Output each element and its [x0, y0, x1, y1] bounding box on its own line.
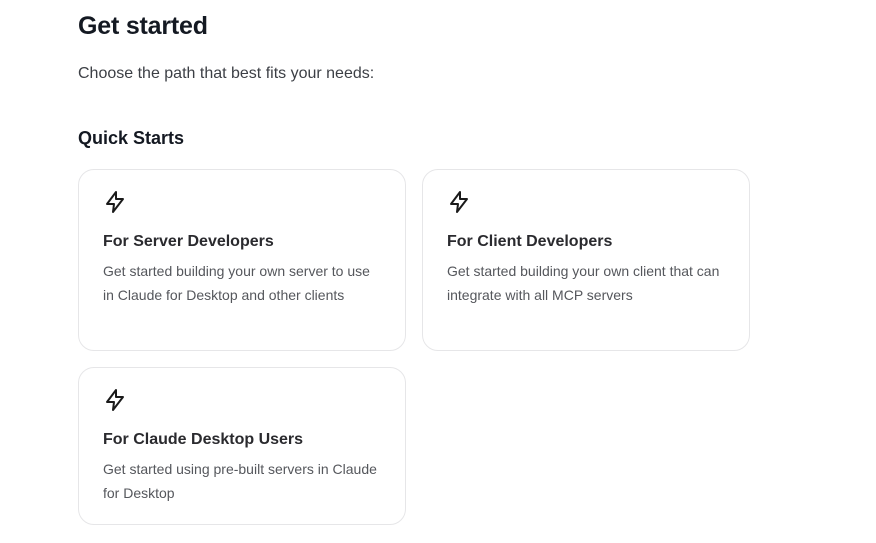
- card-claude-desktop-users[interactable]: For Claude Desktop Users Get started usi…: [78, 367, 406, 525]
- page-title: Get started: [78, 12, 208, 40]
- quick-starts-heading: Quick Starts: [78, 128, 185, 148]
- page: Get started Choose the path that best fi…: [0, 0, 876, 543]
- card-title: For Server Developers: [103, 233, 274, 250]
- card-description: Get started using pre-built servers in C…: [103, 461, 377, 501]
- card-title: For Claude Desktop Users: [103, 431, 304, 448]
- lightning-icon: [106, 389, 124, 411]
- card-description: Get started building your own client tha…: [447, 263, 720, 303]
- lightning-icon: [450, 191, 468, 213]
- card-title: For Client Developers: [447, 233, 613, 250]
- card-client-developers[interactable]: For Client Developers Get started buildi…: [422, 169, 750, 351]
- card-description: Get started building your own server to …: [103, 263, 370, 303]
- card-server-developers[interactable]: For Server Developers Get started buildi…: [78, 169, 406, 351]
- lightning-icon: [106, 191, 124, 213]
- intro-text: Choose the path that best fits your need…: [78, 65, 375, 82]
